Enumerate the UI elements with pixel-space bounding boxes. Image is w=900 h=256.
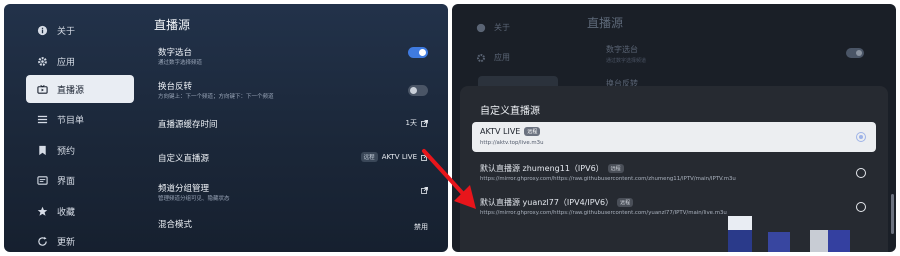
settings-panel-right: 直播源 关于 应用 数字选台 通过数字选择频道 换台反转 自定义直播源 AKTV… (452, 4, 896, 252)
bg-sidebar-item-app: 应用 (476, 52, 510, 63)
sidebar: 关于 应用 直播源 节目单 预约 界面 收藏 更新 (4, 4, 138, 252)
sidebar-item-ui[interactable]: 界面 (26, 166, 134, 194)
sidebar-item-reserve[interactable]: 预约 (26, 136, 134, 164)
settings-main: 直播源 数字选台 通过数字选择频道 换台反转 方向键上：下一个频道；方向键下：下… (138, 4, 448, 252)
source-name: 默认直播源 yuanzl77（IPV4/IPV6） 远程 (480, 197, 634, 208)
remote-badge: 远程 (617, 198, 634, 207)
setting-description: 方向键上：下一个频道；方向键下：下一个频道 (158, 94, 274, 100)
reverse-toggle[interactable] (408, 85, 428, 96)
source-name-text: 默认直播源 yuanzl77（IPV4/IPV6） (480, 198, 614, 207)
sidebar-item-app[interactable]: 应用 (26, 47, 134, 75)
star-icon (36, 205, 48, 217)
setting-group-manage[interactable]: 频道分组管理 管理频道分组可见、隐藏状态 (158, 182, 428, 206)
setting-cache-time[interactable]: 直播源缓存时间 1天 (158, 118, 428, 142)
live-tv-icon (36, 83, 48, 95)
digit-select-toggle[interactable] (408, 47, 428, 58)
decor-block-blue (728, 230, 752, 252)
custom-source-value: AKTV LIVE (381, 153, 417, 161)
sidebar-item-label: 关于 (57, 26, 76, 37)
open-external-icon (421, 119, 428, 127)
source-url: https://mirror.ghproxy.com/https://raw.g… (480, 210, 727, 216)
sidebar-item-label: 应用 (57, 57, 76, 68)
source-name-text: 默认直播源 zhumeng11（IPV6） (480, 164, 604, 173)
scrollbar[interactable] (891, 194, 894, 234)
gear-icon (36, 55, 48, 67)
source-url: https://mirror.ghproxy.com/https://raw.g… (480, 176, 736, 182)
sidebar-item-label: 界面 (57, 176, 76, 187)
remote-badge: 远程 (524, 127, 541, 136)
setting-description: 管理频道分组可见、隐藏状态 (158, 196, 230, 202)
setting-label: 直播源缓存时间 (158, 120, 218, 130)
setting-custom-source[interactable]: 自定义直播源 远程 AKTV LIVE (158, 152, 428, 176)
list-icon (36, 113, 48, 125)
page-title: 直播源 (154, 18, 191, 32)
sidebar-item-favorites[interactable]: 收藏 (26, 197, 134, 225)
source-item-yuanzl77[interactable]: 默认直播源 yuanzl77（IPV4/IPV6） 远程 https://mir… (472, 192, 876, 222)
bg-sidebar-label: 关于 (494, 23, 510, 32)
sidebar-item-label: 预约 (57, 146, 76, 157)
custom-source-dialog: 自定义直播源 AKTV LIVE 远程 http://aktv.top/live… (460, 86, 888, 252)
cache-value: 1天 (405, 119, 417, 127)
bg-digit-select-toggle (846, 48, 864, 58)
source-item-zhumeng11[interactable]: 默认直播源 zhumeng11（IPV6） 远程 https://mirror.… (472, 158, 876, 188)
sidebar-item-epg[interactable]: 节目单 (26, 105, 134, 133)
settings-panel-left: 关于 应用 直播源 节目单 预约 界面 收藏 更新 直播源 数字选台 通过数字选… (4, 4, 448, 252)
source-radio[interactable] (856, 202, 866, 212)
sidebar-item-label: 更新 (57, 237, 76, 248)
source-radio[interactable] (856, 132, 866, 142)
decor-block-blue (768, 232, 790, 252)
bg-setting-digit-select: 数字选台 通过数字选择频道 (606, 44, 646, 64)
setting-mix-mode[interactable]: 混合模式 禁用 (158, 218, 428, 242)
decor-block-blue (828, 230, 850, 252)
source-name: 默认直播源 zhumeng11（IPV6） 远程 (480, 163, 624, 174)
info-icon (36, 24, 48, 36)
setting-label: 混合模式 (158, 220, 193, 230)
setting-reverse[interactable]: 换台反转 方向键上：下一个频道；方向键下：下一个频道 (158, 80, 428, 104)
refresh-icon (36, 235, 48, 247)
screen-icon (36, 174, 48, 186)
setting-digit-select[interactable]: 数字选台 通过数字选择频道 (158, 46, 428, 70)
setting-value: 1天 (406, 118, 428, 128)
sidebar-item-label: 节目单 (57, 115, 85, 126)
setting-label: 自定义直播源 (158, 154, 210, 164)
gear-icon (477, 53, 485, 62)
setting-label: 频道分组管理 (158, 184, 210, 194)
source-name-text: AKTV LIVE (480, 127, 521, 136)
setting-label: 数字选台 (158, 48, 193, 58)
remote-badge: 远程 (360, 152, 378, 162)
source-url: http://aktv.top/live.m3u (480, 140, 544, 146)
sidebar-item-about[interactable]: 关于 (26, 16, 134, 44)
bookmark-icon (36, 144, 48, 156)
bg-sidebar-label: 应用 (494, 53, 510, 62)
mix-mode-value: 禁用 (414, 223, 428, 231)
background-page-title: 直播源 (587, 16, 624, 30)
setting-description: 通过数字选择频道 (158, 60, 203, 66)
bg-setting-label: 数字选台 (606, 45, 638, 54)
setting-label: 换台反转 (158, 82, 193, 92)
remote-badge: 远程 (607, 164, 624, 173)
source-item-aktv[interactable]: AKTV LIVE 远程 http://aktv.top/live.m3u (472, 122, 876, 152)
dialog-title: 自定义直播源 (480, 106, 540, 117)
sidebar-item-label: 收藏 (57, 207, 76, 218)
sidebar-item-label: 直播源 (57, 85, 85, 96)
sidebar-item-update[interactable]: 更新 (26, 227, 134, 252)
source-radio[interactable] (856, 168, 866, 178)
annotation-arrow-icon (422, 149, 476, 209)
bg-sidebar-item-about: 关于 (476, 22, 510, 33)
sidebar-item-live-source[interactable]: 直播源 (26, 75, 134, 103)
info-icon (476, 23, 486, 32)
bg-setting-description: 通过数字选择频道 (606, 58, 647, 64)
source-name: AKTV LIVE 远程 (480, 127, 541, 136)
